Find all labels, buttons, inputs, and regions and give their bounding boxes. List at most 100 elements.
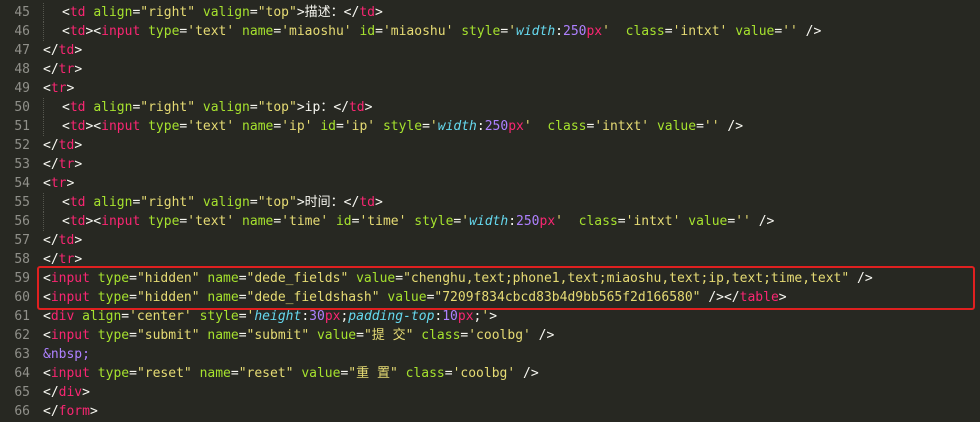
code-text: <div align='center' style='height:30px;p… [43,307,497,326]
code-line[interactable]: 47 </td> [0,41,980,60]
code-text: </tr> [43,60,82,79]
code-token: 'text' [187,119,235,134]
code-line[interactable]: 54 <tr> [0,174,980,193]
code-token: = [238,309,247,324]
code-token: < [62,214,70,229]
code-line[interactable]: 45 <td align="right" valign="top">描述：</td… [0,3,980,22]
code-token: 'center' [129,309,192,324]
code-text: <td><input type='text' name='time' id='t… [62,212,774,231]
code-token: = [664,24,673,39]
code-token: id [335,214,352,229]
code-editor[interactable]: 45 <td align="right" valign="top">描述：</td… [0,0,980,422]
code-token: input [101,119,141,134]
code-token: "hidden" [136,290,200,305]
code-line[interactable]: 51 <td><input type='text' name='ip' id='i… [0,117,980,136]
code-token: </ [43,157,59,172]
code-token: 250 [563,24,587,39]
code-line[interactable]: 58 </tr> [0,250,980,269]
code-token: valign [202,100,250,115]
code-token: input [101,24,141,39]
code-token: tr [58,157,75,172]
code-line[interactable]: 59 <input type="hidden" name="dede_fields… [0,269,980,288]
code-token: </ [43,385,59,400]
code-text: <td align="right" valign="top">ip：</td> [62,98,372,117]
line-number: 50 [14,100,30,115]
code-line[interactable]: 49 <tr> [0,79,980,98]
code-line[interactable]: 56 <td><input type='text' name='time' id=… [0,212,980,231]
code-token: value [356,271,396,286]
code-token: = [395,271,404,286]
code-token: type [97,328,130,343]
code-token: 'intxt' [672,24,728,39]
code-token: "submit" [136,328,200,343]
code-token: tr [50,176,67,191]
code-line[interactable]: 60 <input type="hidden" name="dede_fields… [0,288,980,307]
code-token: td [69,195,86,210]
line-number: 57 [14,233,30,248]
code-token: form [58,404,90,419]
code-token: = [375,24,383,39]
line-number: 54 [14,176,30,191]
code-token: tr [58,252,75,267]
code-token: td [69,5,86,20]
code-token: align [82,309,122,324]
code-token: '' [782,24,798,39]
code-token: = [238,271,247,286]
code-line[interactable]: 63 &nbsp; [0,345,980,364]
code-token: < [43,81,51,96]
code-token: td [58,43,75,58]
code-line[interactable]: 48 </tr> [0,60,980,79]
code-token: >时间：</ [296,195,360,210]
code-line[interactable]: 55 <td align="right" valign="top">时间：</td… [0,193,980,212]
code-token: class [547,119,587,134]
code-token: >ip：</ [296,100,349,115]
code-token: /> [750,214,775,229]
code-token: width [516,24,556,39]
code-line[interactable]: 64 <input type="reset" name="reset" value… [0,364,980,383]
code-token: 'time' [281,214,329,229]
code-token: > [374,5,383,20]
code-line[interactable]: 46 <td><input type='text' name='miaoshu' … [0,22,980,41]
code-line[interactable]: 53 </tr> [0,155,980,174]
code-text: <input type="hidden" name="dede_fieldsha… [43,288,787,307]
code-text: <td align="right" valign="top">时间：</td> [62,193,383,212]
code-token: < [43,366,51,381]
code-token: : [508,214,517,229]
code-line[interactable]: 65 </div> [0,383,980,402]
indent-guide [43,22,44,41]
code-line[interactable]: 50 <td align="right" valign="top">ip：</td… [0,98,980,117]
code-text: </tr> [43,250,82,269]
code-token: 'coolbg' [468,328,531,343]
code-token: 10 [442,309,458,324]
code-token: td [348,100,365,115]
code-token: = [249,100,258,115]
code-line[interactable]: 61 <div align='center' style='height:30px… [0,307,980,326]
code-token: &nbsp; [43,347,90,362]
code-token: > [74,138,83,153]
code-token: < [43,176,51,191]
code-token: name [207,290,239,305]
code-token: "dede_fields" [246,271,349,286]
code-line[interactable]: 66 </form> [0,402,980,421]
code-token: < [62,195,70,210]
code-token: name [242,119,274,134]
code-token: 'text' [187,24,235,39]
code-token: style [382,119,423,134]
line-number: 45 [14,5,30,20]
code-token: name [242,24,274,39]
indent-guide [43,117,44,136]
code-token: "top" [257,195,297,210]
code-line[interactable]: 62 <input type="submit" name="submit" val… [0,326,980,345]
code-line[interactable]: 52 </td> [0,136,980,155]
code-line[interactable]: 57 </td> [0,231,980,250]
code-token: = [335,119,344,134]
